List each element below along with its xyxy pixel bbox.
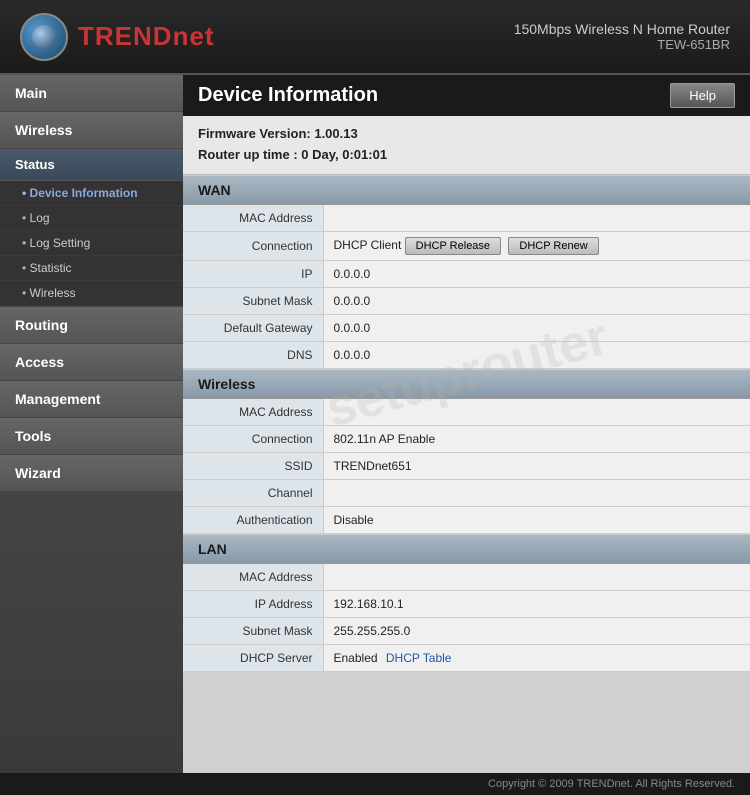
firmware-info: Firmware Version: 1.00.13 [198, 124, 735, 145]
wan-connection-value: DHCP Client DHCP Release DHCP Renew [323, 231, 750, 260]
table-row: SSID TRENDnet651 [183, 452, 750, 479]
footer: Copyright © 2009 TRENDnet. All Rights Re… [0, 773, 750, 795]
dhcp-table-link[interactable]: DHCP Table [386, 651, 452, 665]
wan-subnet-label: Subnet Mask [183, 287, 323, 314]
help-button[interactable]: Help [670, 83, 735, 108]
wl-channel-label: Channel [183, 479, 323, 506]
wan-dns-label: DNS [183, 341, 323, 368]
main-layout: Main Wireless Status Device Information … [0, 75, 750, 773]
wan-section-header: WAN [183, 175, 750, 205]
table-row: MAC Address [183, 399, 750, 426]
wan-table: MAC Address Connection DHCP Client DHCP … [183, 205, 750, 369]
wl-ssid-label: SSID [183, 452, 323, 479]
content-wrapper: Device Information Help Firmware Version… [183, 75, 750, 672]
wan-gateway-value: 0.0.0.0 [323, 314, 750, 341]
table-row: Subnet Mask 255.255.255.0 [183, 617, 750, 644]
table-row: IP 0.0.0.0 [183, 260, 750, 287]
brand-name: TRENDnet [78, 21, 215, 52]
product-model: TEW-651BR [514, 37, 730, 52]
lan-subnet-label: Subnet Mask [183, 617, 323, 644]
lan-subnet-value: 255.255.255.0 [323, 617, 750, 644]
product-info: 150Mbps Wireless N Home Router TEW-651BR [514, 21, 730, 52]
lan-dhcp-label: DHCP Server [183, 644, 323, 671]
copyright-text: Copyright © 2009 TRENDnet. All Rights Re… [488, 778, 735, 790]
table-row: Subnet Mask 0.0.0.0 [183, 287, 750, 314]
sidebar-item-tools[interactable]: Tools [0, 418, 183, 455]
sidebar-item-log-setting[interactable]: Log Setting [0, 231, 183, 256]
table-row: Connection DHCP Client DHCP Release DHCP… [183, 231, 750, 260]
wan-connection-label: Connection [183, 231, 323, 260]
wl-mac-value [323, 399, 750, 426]
lan-dhcp-value: Enabled DHCP Table [323, 644, 750, 671]
table-row: IP Address 192.168.10.1 [183, 590, 750, 617]
sidebar-item-wireless-status[interactable]: Wireless [0, 281, 183, 306]
uptime-info: Router up time : 0 Day, 0:01:01 [198, 145, 735, 166]
content-area: Device Information Help Firmware Version… [183, 75, 750, 773]
lan-mac-label: MAC Address [183, 564, 323, 591]
sidebar-item-management[interactable]: Management [0, 381, 183, 418]
content-header: Device Information Help [183, 75, 750, 116]
wireless-table: MAC Address Connection 802.11n AP Enable… [183, 399, 750, 534]
lan-section-header: LAN [183, 534, 750, 564]
dhcp-release-button[interactable]: DHCP Release [405, 237, 501, 255]
trendnet-logo-icon [20, 13, 68, 61]
sidebar-item-log[interactable]: Log [0, 206, 183, 231]
table-row: DHCP Server Enabled DHCP Table [183, 644, 750, 671]
wan-mac-label: MAC Address [183, 205, 323, 232]
table-row: Connection 802.11n AP Enable [183, 425, 750, 452]
header: TRENDnet 150Mbps Wireless N Home Router … [0, 0, 750, 75]
wl-auth-value: Disable [323, 506, 750, 533]
wan-dns-value: 0.0.0.0 [323, 341, 750, 368]
sidebar-item-wireless[interactable]: Wireless [0, 112, 183, 149]
sidebar-item-device-information[interactable]: Device Information [0, 181, 183, 206]
table-row: Default Gateway 0.0.0.0 [183, 314, 750, 341]
wan-gateway-label: Default Gateway [183, 314, 323, 341]
page-title: Device Information [198, 84, 378, 107]
sidebar-item-statistic[interactable]: Statistic [0, 256, 183, 281]
info-bar: Firmware Version: 1.00.13 Router up time… [183, 116, 750, 175]
sidebar-item-wizard[interactable]: Wizard [0, 455, 183, 492]
lan-table: MAC Address IP Address 192.168.10.1 Subn… [183, 564, 750, 672]
wan-ip-value: 0.0.0.0 [323, 260, 750, 287]
sidebar: Main Wireless Status Device Information … [0, 75, 183, 773]
table-row: MAC Address [183, 564, 750, 591]
wan-ip-label: IP [183, 260, 323, 287]
product-name: 150Mbps Wireless N Home Router [514, 21, 730, 37]
sidebar-item-status[interactable]: Status [0, 149, 183, 181]
sidebar-item-routing[interactable]: Routing [0, 307, 183, 344]
wan-mac-value [323, 205, 750, 232]
table-row: DNS 0.0.0.0 [183, 341, 750, 368]
sidebar-status-group: Status Device Information Log Log Settin… [0, 149, 183, 307]
wl-mac-label: MAC Address [183, 399, 323, 426]
sidebar-item-access[interactable]: Access [0, 344, 183, 381]
lan-mac-value [323, 564, 750, 591]
logo-area: TRENDnet [20, 13, 215, 61]
table-row: Channel [183, 479, 750, 506]
sidebar-item-main[interactable]: Main [0, 75, 183, 112]
lan-ip-label: IP Address [183, 590, 323, 617]
wireless-section-header: Wireless [183, 369, 750, 399]
wl-connection-value: 802.11n AP Enable [323, 425, 750, 452]
wl-ssid-value: TRENDnet651 [323, 452, 750, 479]
table-row: Authentication Disable [183, 506, 750, 533]
lan-ip-value: 192.168.10.1 [323, 590, 750, 617]
wan-subnet-value: 0.0.0.0 [323, 287, 750, 314]
wl-connection-label: Connection [183, 425, 323, 452]
wl-channel-value [323, 479, 750, 506]
wl-auth-label: Authentication [183, 506, 323, 533]
dhcp-renew-button[interactable]: DHCP Renew [508, 237, 598, 255]
table-row: MAC Address [183, 205, 750, 232]
